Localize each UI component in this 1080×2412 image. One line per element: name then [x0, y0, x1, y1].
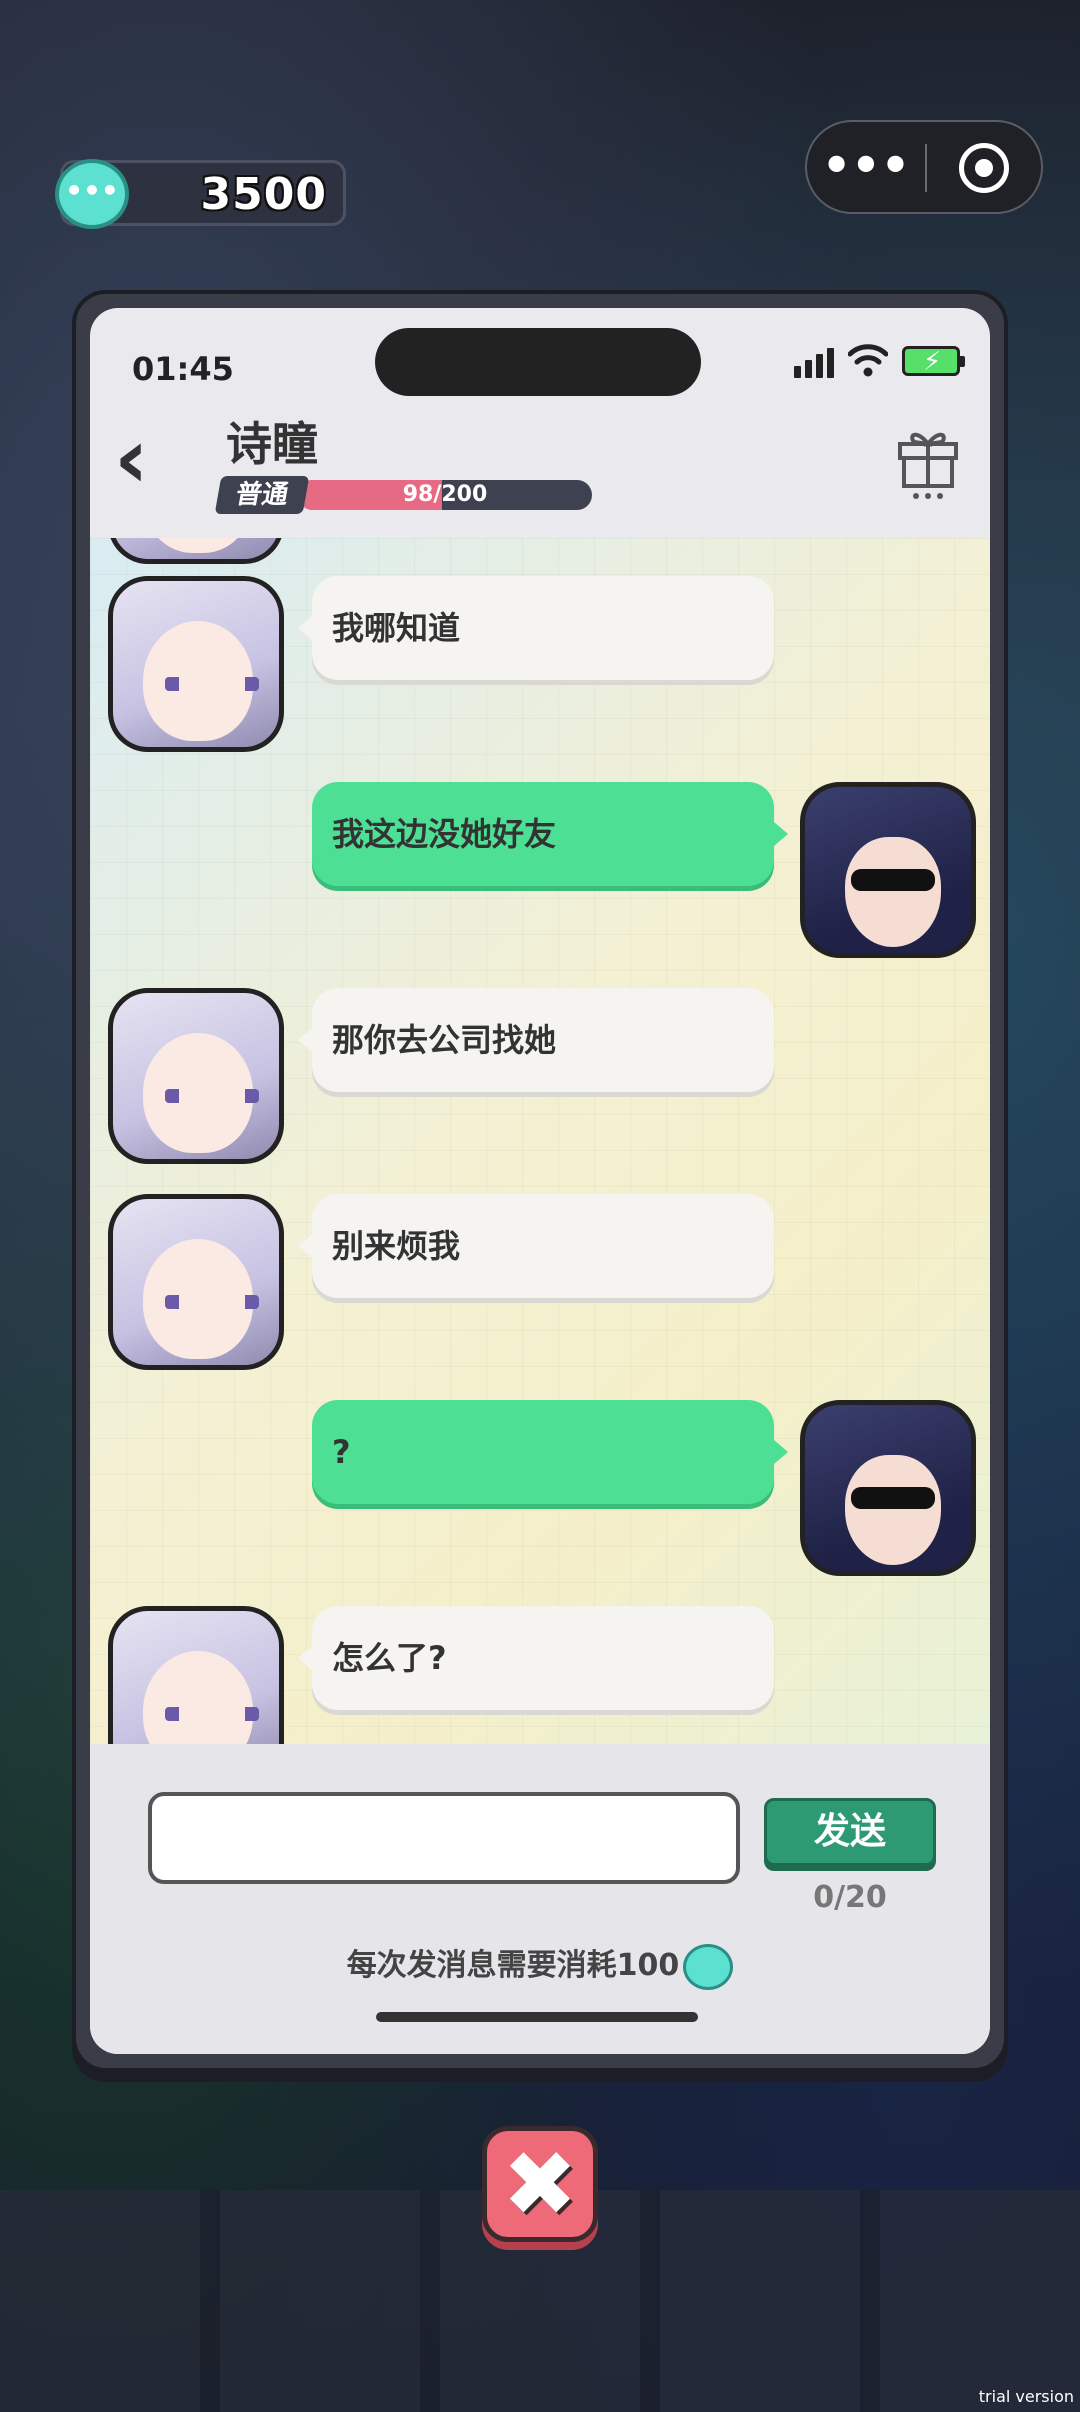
- relationship-bar: 98/200: [298, 480, 593, 510]
- mini-program-capsule: •••: [805, 120, 1043, 214]
- status-icons: ⚡: [794, 342, 965, 378]
- contact-avatar[interactable]: [108, 1606, 284, 1744]
- phone-screen: 01:45 ⚡ ‹ 诗瞳 普通 98/200 我哪知道 我这边没她好友 那你去公…: [90, 308, 990, 2054]
- message-input[interactable]: [148, 1792, 740, 1884]
- message-bubble-incoming: 我哪知道: [298, 576, 774, 680]
- chat-coin-icon: [683, 1943, 734, 1990]
- home-indicator: [376, 2012, 698, 2022]
- chat-message: 那你去公司找她: [90, 988, 990, 1168]
- more-options-button[interactable]: •••: [807, 122, 925, 212]
- relationship-meter: 普通 98/200: [214, 476, 593, 514]
- relationship-level: 普通: [214, 476, 310, 514]
- character-count: 0/20: [813, 1880, 887, 1915]
- player-avatar[interactable]: [800, 782, 976, 958]
- signal-icon: [794, 342, 834, 378]
- close-button[interactable]: ✖: [482, 2126, 598, 2242]
- player-avatar[interactable]: [800, 1400, 976, 1576]
- message-bubble-incoming: 别来烦我: [298, 1194, 774, 1298]
- contact-avatar[interactable]: [108, 988, 284, 1164]
- contact-avatar[interactable]: [108, 576, 284, 752]
- contact-avatar[interactable]: [108, 1194, 284, 1370]
- dynamic-island: [375, 328, 701, 396]
- back-button[interactable]: ‹: [114, 416, 174, 508]
- message-cost-note: 每次发消息需要消耗100: [90, 1940, 990, 1990]
- phone-frame: 01:45 ⚡ ‹ 诗瞳 普通 98/200 我哪知道 我这边没她好友 那你去公…: [72, 290, 1008, 2072]
- chat-message: 别来烦我: [90, 1194, 990, 1374]
- chat-message: 怎么了?: [90, 1606, 990, 1744]
- capsule-divider: [925, 144, 927, 192]
- contact-name: 诗瞳: [226, 417, 318, 471]
- battery-charging-icon: ⚡: [902, 346, 965, 377]
- message-bubble-outgoing: ?: [312, 1400, 788, 1504]
- chat-coin-icon: •••: [55, 159, 129, 229]
- send-button[interactable]: 发送: [764, 1798, 936, 1866]
- currency-counter: ••• 3500: [55, 159, 346, 229]
- wifi-icon: [847, 342, 889, 378]
- currency-amount: 3500: [200, 169, 327, 220]
- chat-message: 我这边没她好友: [90, 782, 990, 962]
- chat-message: ?: [90, 1400, 990, 1580]
- chat-message-list[interactable]: 我哪知道 我这边没她好友 那你去公司找她 别来烦我 ? 怎么了?: [90, 538, 990, 1744]
- message-cost-text: 每次发消息需要消耗100: [346, 1948, 680, 1983]
- message-bubble-incoming: 怎么了?: [298, 1606, 774, 1710]
- avatar-partial: [108, 538, 284, 564]
- gift-icon[interactable]: [896, 420, 960, 502]
- close-icon: ✖: [502, 2132, 578, 2237]
- status-time: 01:45: [132, 350, 234, 388]
- message-bubble-outgoing: 我这边没她好友: [312, 782, 788, 886]
- exit-mini-program-icon[interactable]: [959, 143, 1009, 193]
- message-composer: 发送 0/20 每次发消息需要消耗100: [90, 1744, 990, 2054]
- relationship-progress: 98/200: [402, 482, 488, 507]
- message-bubble-incoming: 那你去公司找她: [298, 988, 774, 1092]
- chat-message: 我哪知道: [90, 576, 990, 756]
- trial-watermark: trial version: [978, 2387, 1074, 2406]
